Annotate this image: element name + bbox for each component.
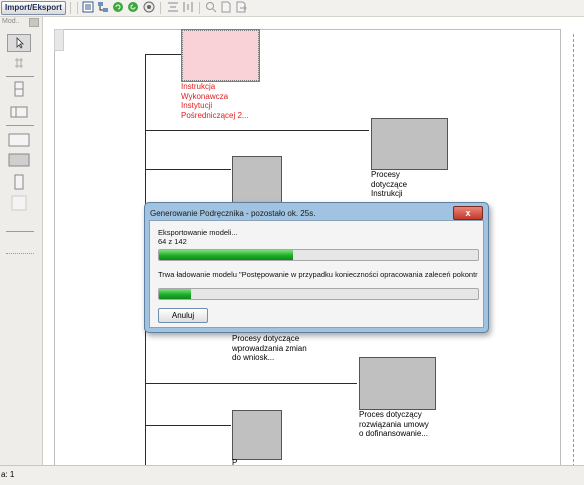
page-boundary — [573, 34, 584, 482]
horizontal-split-icon[interactable] — [8, 104, 30, 120]
toolbar-separator — [70, 2, 71, 14]
document-export-icon[interactable] — [235, 1, 247, 13]
node-bottom[interactable] — [232, 410, 282, 460]
filled-rectangle-icon[interactable] — [8, 152, 30, 168]
node-caption: Instrukcja Wykonawcza Instytucji Pośredn… — [181, 82, 249, 120]
node-middle-upper[interactable] — [232, 156, 282, 206]
connector-line — [145, 54, 181, 55]
loading-model-text: Trwa ładowanie modelu "Postępowanie w pr… — [158, 270, 478, 279]
scroll-marker[interactable] — [54, 29, 64, 51]
palette-dotted-divider — [6, 253, 34, 254]
palette-close-icon[interactable] — [29, 18, 39, 27]
loading-progress-fill — [159, 289, 191, 299]
status-text: a: 1 — [1, 470, 15, 479]
vertical-split-icon[interactable] — [8, 81, 30, 97]
status-bar: a: 1 — [0, 465, 584, 485]
document-icon[interactable] — [220, 1, 232, 13]
pointer-icon[interactable] — [7, 34, 31, 52]
main-toolbar: Import/Eksport — [0, 0, 584, 17]
connector-line — [145, 425, 231, 426]
palette-divider — [6, 76, 34, 77]
connector-line — [145, 130, 369, 131]
node-instrukcja[interactable] — [181, 29, 260, 82]
square-outline-icon[interactable] — [8, 195, 30, 211]
view-tree-icon[interactable] — [97, 1, 109, 13]
cancel-button[interactable]: Anuluj — [158, 308, 208, 323]
export-status-text: Eksportowanie modeli... — [158, 228, 238, 237]
layout-h-icon[interactable] — [167, 1, 179, 13]
node-caption: Procesy dotyczące wprowadzania zmian do … — [232, 334, 307, 362]
tool-palette: Mod.. — [0, 17, 43, 465]
export-count-text: 64 z 142 — [158, 237, 187, 246]
grid-icon[interactable] — [8, 55, 30, 71]
node-proces-rozwiazania[interactable] — [359, 357, 436, 410]
connector-line — [145, 169, 231, 170]
node-procesy-instrukcji[interactable] — [371, 118, 448, 170]
layout-v-icon[interactable] — [182, 1, 194, 13]
rectangle-icon[interactable] — [8, 132, 30, 148]
view-list-icon[interactable] — [82, 1, 94, 13]
node-caption: Proces dotyczący rozwiązania umowy o dof… — [359, 410, 429, 438]
export-progress-bar — [158, 249, 479, 261]
refresh-green-icon[interactable] — [112, 1, 124, 13]
settings-icon[interactable] — [143, 1, 155, 13]
loading-progress-bar — [158, 288, 479, 300]
node-caption: P — [232, 458, 238, 465]
refresh-green-2-icon[interactable] — [127, 1, 139, 13]
palette-title: Mod.. — [2, 18, 20, 25]
palette-divider — [6, 231, 34, 232]
toolbar-separator — [160, 2, 161, 14]
toolbar-separator — [199, 2, 200, 14]
dialog-title: Generowanie Podręcznika - pozostało ok. … — [150, 209, 316, 218]
toolbar-separator — [77, 2, 78, 14]
connector-line — [145, 383, 357, 384]
node-caption: Procesy dotyczące Instrukcji — [371, 170, 408, 198]
import-export-button[interactable]: Import/Eksport — [1, 1, 66, 15]
palette-divider — [6, 125, 34, 126]
generate-manual-dialog: Generowanie Podręcznika - pozostało ok. … — [144, 202, 489, 333]
dialog-body: Eksportowanie modeli... 64 z 142 Trwa ła… — [149, 220, 484, 328]
export-progress-fill — [159, 250, 293, 260]
zoom-icon[interactable] — [205, 1, 217, 13]
narrow-rectangle-icon[interactable] — [8, 174, 30, 190]
close-icon[interactable]: x — [453, 206, 483, 220]
